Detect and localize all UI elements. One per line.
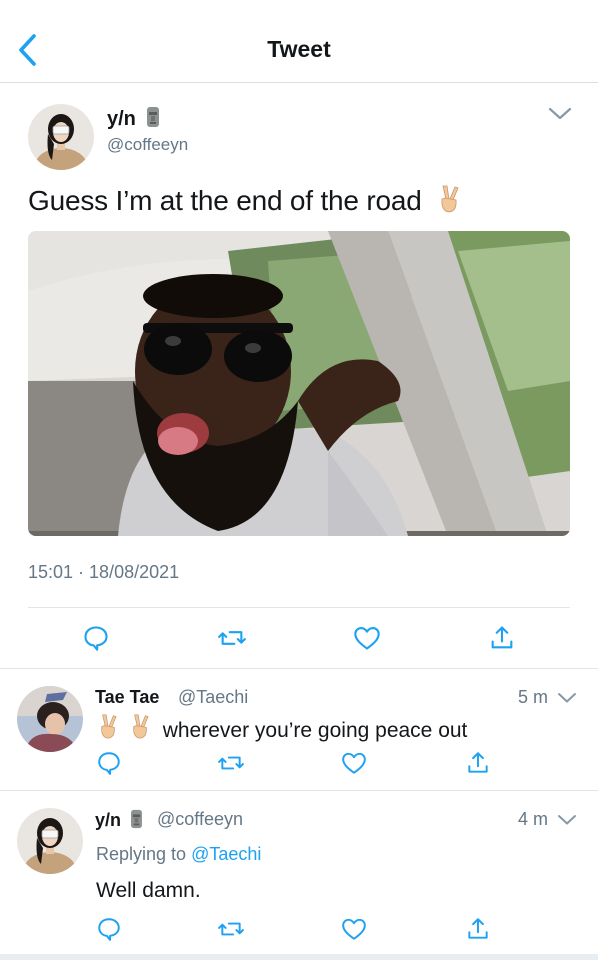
reply-avatar[interactable]: [17, 686, 83, 752]
reply-button[interactable]: [96, 916, 122, 942]
reply-text: wherever you’re going peace out: [97, 713, 467, 746]
reply-icon: [98, 752, 120, 775]
chevron-down-icon[interactable]: [557, 814, 577, 826]
moai-icon: [129, 809, 144, 834]
reply-author-handle: @Taechi: [178, 687, 249, 707]
victory-hand-icon: [129, 713, 151, 746]
page-title: Tweet: [267, 36, 331, 62]
share-icon: [468, 752, 488, 773]
reply-icon: [98, 918, 120, 941]
moai-icon: [145, 106, 161, 134]
like-button[interactable]: [341, 916, 367, 942]
tweet-text: Guess I’m at the end of the road: [28, 184, 461, 221]
like-icon: [342, 752, 366, 774]
divider: [0, 668, 598, 669]
like-button[interactable]: [353, 624, 381, 652]
divider: [0, 790, 598, 791]
chevron-down-icon[interactable]: [548, 107, 572, 121]
reply-icon: [84, 626, 108, 651]
author-handle: @coffeeyn: [107, 135, 189, 154]
chevron-down-icon[interactable]: [557, 692, 577, 704]
replying-to-line: Replying to @Taechi: [96, 844, 262, 864]
reply-button[interactable]: [82, 624, 110, 652]
reply-text: Well damn.: [96, 879, 201, 902]
victory-hand-icon: [437, 184, 461, 221]
share-button[interactable]: [465, 750, 491, 776]
retweet-button[interactable]: [218, 624, 246, 652]
reply-author-handle: @coffeeyn: [157, 809, 243, 829]
tweet-timestamp: 15:01 · 18/08/2021: [28, 562, 180, 582]
reply-author-name[interactable]: y/n: [95, 809, 144, 834]
tweet-photo[interactable]: [28, 231, 570, 536]
author-avatar[interactable]: [28, 104, 94, 170]
retweet-icon: [218, 922, 244, 936]
top-bar: Tweet: [0, 0, 598, 83]
reply-author-name[interactable]: Tae Tae: [95, 687, 159, 708]
share-button[interactable]: [465, 916, 491, 942]
reply-time: 4 m: [518, 809, 549, 829]
share-icon: [491, 626, 513, 649]
retweet-button[interactable]: [218, 916, 244, 942]
retweet-icon: [218, 756, 244, 770]
reply-time: 5 m: [518, 687, 549, 707]
reply-button[interactable]: [96, 750, 122, 776]
divider: [28, 607, 570, 608]
retweet-button[interactable]: [218, 750, 244, 776]
like-icon: [342, 918, 366, 940]
share-button[interactable]: [488, 624, 516, 652]
retweet-icon: [218, 631, 246, 645]
bottom-edge: [0, 954, 598, 960]
like-icon: [354, 627, 380, 650]
victory-hand-icon: [97, 713, 119, 746]
share-icon: [468, 918, 488, 939]
like-button[interactable]: [341, 750, 367, 776]
mention-link[interactable]: @Taechi: [191, 844, 261, 864]
reply-avatar[interactable]: [17, 808, 83, 874]
author-name[interactable]: y/n: [107, 106, 161, 134]
